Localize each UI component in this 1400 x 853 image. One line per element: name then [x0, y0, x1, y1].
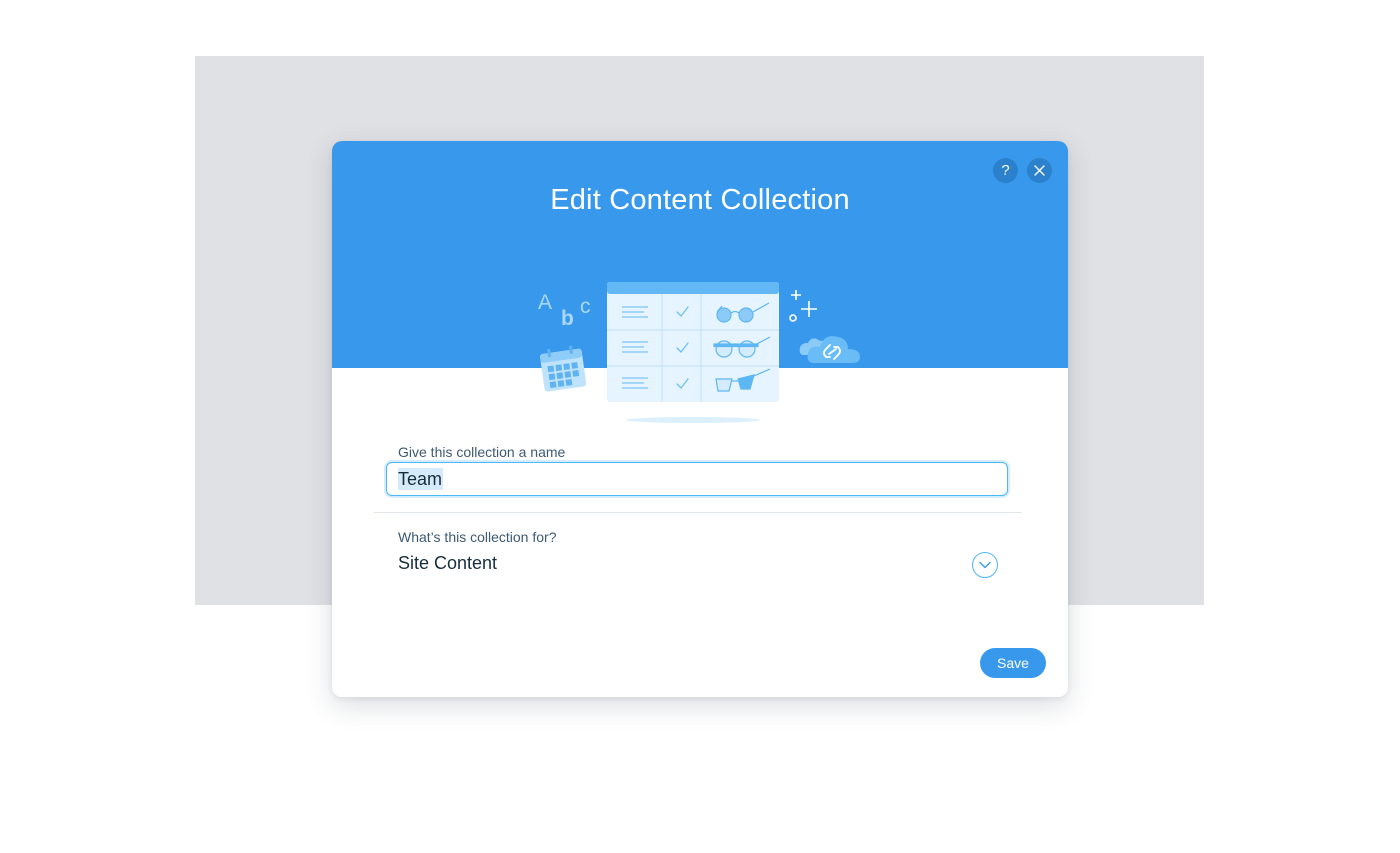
section-divider — [374, 512, 1022, 513]
dropdown-toggle[interactable] — [972, 552, 998, 578]
close-icon — [1034, 165, 1045, 176]
dialog-title: Edit Content Collection — [550, 184, 850, 216]
save-button[interactable]: Save — [980, 648, 1046, 678]
letter-c: c — [580, 295, 591, 318]
chevron-down-icon — [979, 561, 991, 569]
purpose-field-label: What’s this collection for? — [398, 529, 557, 545]
sparkle-icon — [789, 290, 817, 322]
collection-name-value[interactable]: Team — [398, 468, 444, 490]
collection-illustration: A b c — [538, 282, 860, 423]
edit-collection-dialog: Edit Content Collection ? A b c Give thi… — [332, 141, 1068, 697]
purpose-selected-value: Site Content — [398, 553, 498, 573]
name-field-label: Give this collection a name — [398, 444, 566, 460]
table-icon — [607, 282, 779, 423]
letter-a: A — [538, 291, 552, 314]
help-icon: ? — [1001, 162, 1010, 179]
collection-purpose-dropdown[interactable]: Site Content — [398, 551, 998, 579]
cloud-link-icon — [799, 336, 860, 363]
close-button[interactable] — [1027, 158, 1052, 183]
letter-b: b — [561, 307, 574, 330]
collection-name-input[interactable]: Team — [386, 462, 1008, 496]
calendar-icon — [540, 345, 587, 392]
help-button[interactable]: ? — [993, 158, 1018, 183]
